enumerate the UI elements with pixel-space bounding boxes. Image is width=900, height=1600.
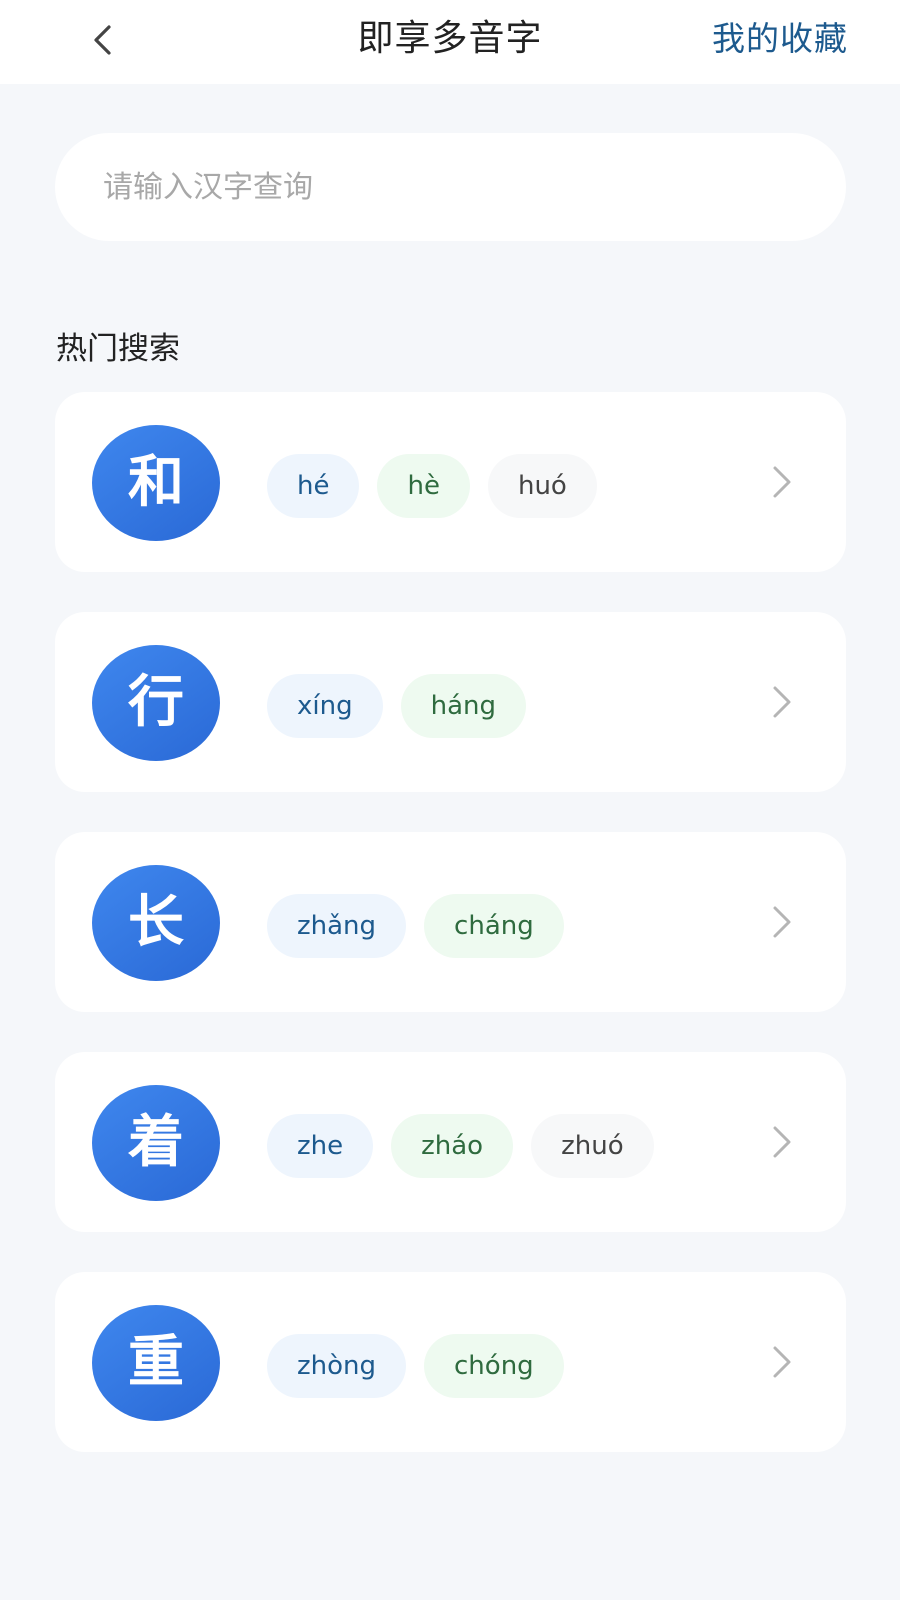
character: 重 xyxy=(128,1330,184,1395)
reading-pill[interactable]: cháng xyxy=(424,894,564,958)
hot-item-card[interactable]: 重 zhòng chóng xyxy=(55,1272,846,1452)
search-bar[interactable] xyxy=(55,133,846,241)
reading-list: zhe zháo zhuó xyxy=(267,1114,654,1178)
hot-item-card[interactable]: 和 hé hè huó xyxy=(55,392,846,572)
reading-list: zhòng chóng xyxy=(267,1334,564,1398)
chevron-right-icon xyxy=(773,466,791,498)
hot-search-title: 热门搜索 xyxy=(56,331,180,367)
character: 和 xyxy=(128,450,184,515)
character-badge: 重 xyxy=(92,1305,220,1421)
reading-pill[interactable]: xíng xyxy=(267,674,383,738)
reading-pill[interactable]: háng xyxy=(400,674,526,738)
reading-list: xíng háng xyxy=(267,674,526,738)
reading-pill[interactable]: zhǎng xyxy=(267,894,407,958)
reading-pill[interactable]: zhòng xyxy=(267,1334,407,1398)
chevron-right-icon xyxy=(773,1346,791,1378)
hot-item-card[interactable]: 长 zhǎng cháng xyxy=(55,832,846,1012)
character: 着 xyxy=(128,1110,184,1175)
reading-pill[interactable]: zhuó xyxy=(531,1114,654,1178)
reading-list: zhǎng cháng xyxy=(267,894,564,958)
search-input[interactable] xyxy=(103,169,783,205)
hot-item-card[interactable]: 行 xíng háng xyxy=(55,612,846,792)
reading-pill[interactable]: chóng xyxy=(424,1334,564,1398)
reading-list: hé hè huó xyxy=(267,454,597,518)
chevron-right-icon xyxy=(773,906,791,938)
character-badge: 和 xyxy=(92,425,220,541)
reading-pill[interactable]: hé xyxy=(267,454,360,518)
hot-item-card[interactable]: 着 zhe zháo zhuó xyxy=(55,1052,846,1232)
reading-pill[interactable]: hè xyxy=(377,454,470,518)
chevron-right-icon xyxy=(773,686,791,718)
character: 行 xyxy=(128,670,184,735)
top-bar: 即享多音字 我的收藏 xyxy=(0,0,900,84)
character-badge: 长 xyxy=(92,865,220,981)
my-favorites-link[interactable]: 我的收藏 xyxy=(712,14,848,64)
character-badge: 行 xyxy=(92,645,220,761)
character-badge: 着 xyxy=(92,1085,220,1201)
reading-pill[interactable]: zhe xyxy=(267,1114,374,1178)
chevron-right-icon xyxy=(773,1126,791,1158)
reading-pill[interactable]: huó xyxy=(487,454,597,518)
character: 长 xyxy=(128,890,184,955)
reading-pill[interactable]: zháo xyxy=(391,1114,514,1178)
